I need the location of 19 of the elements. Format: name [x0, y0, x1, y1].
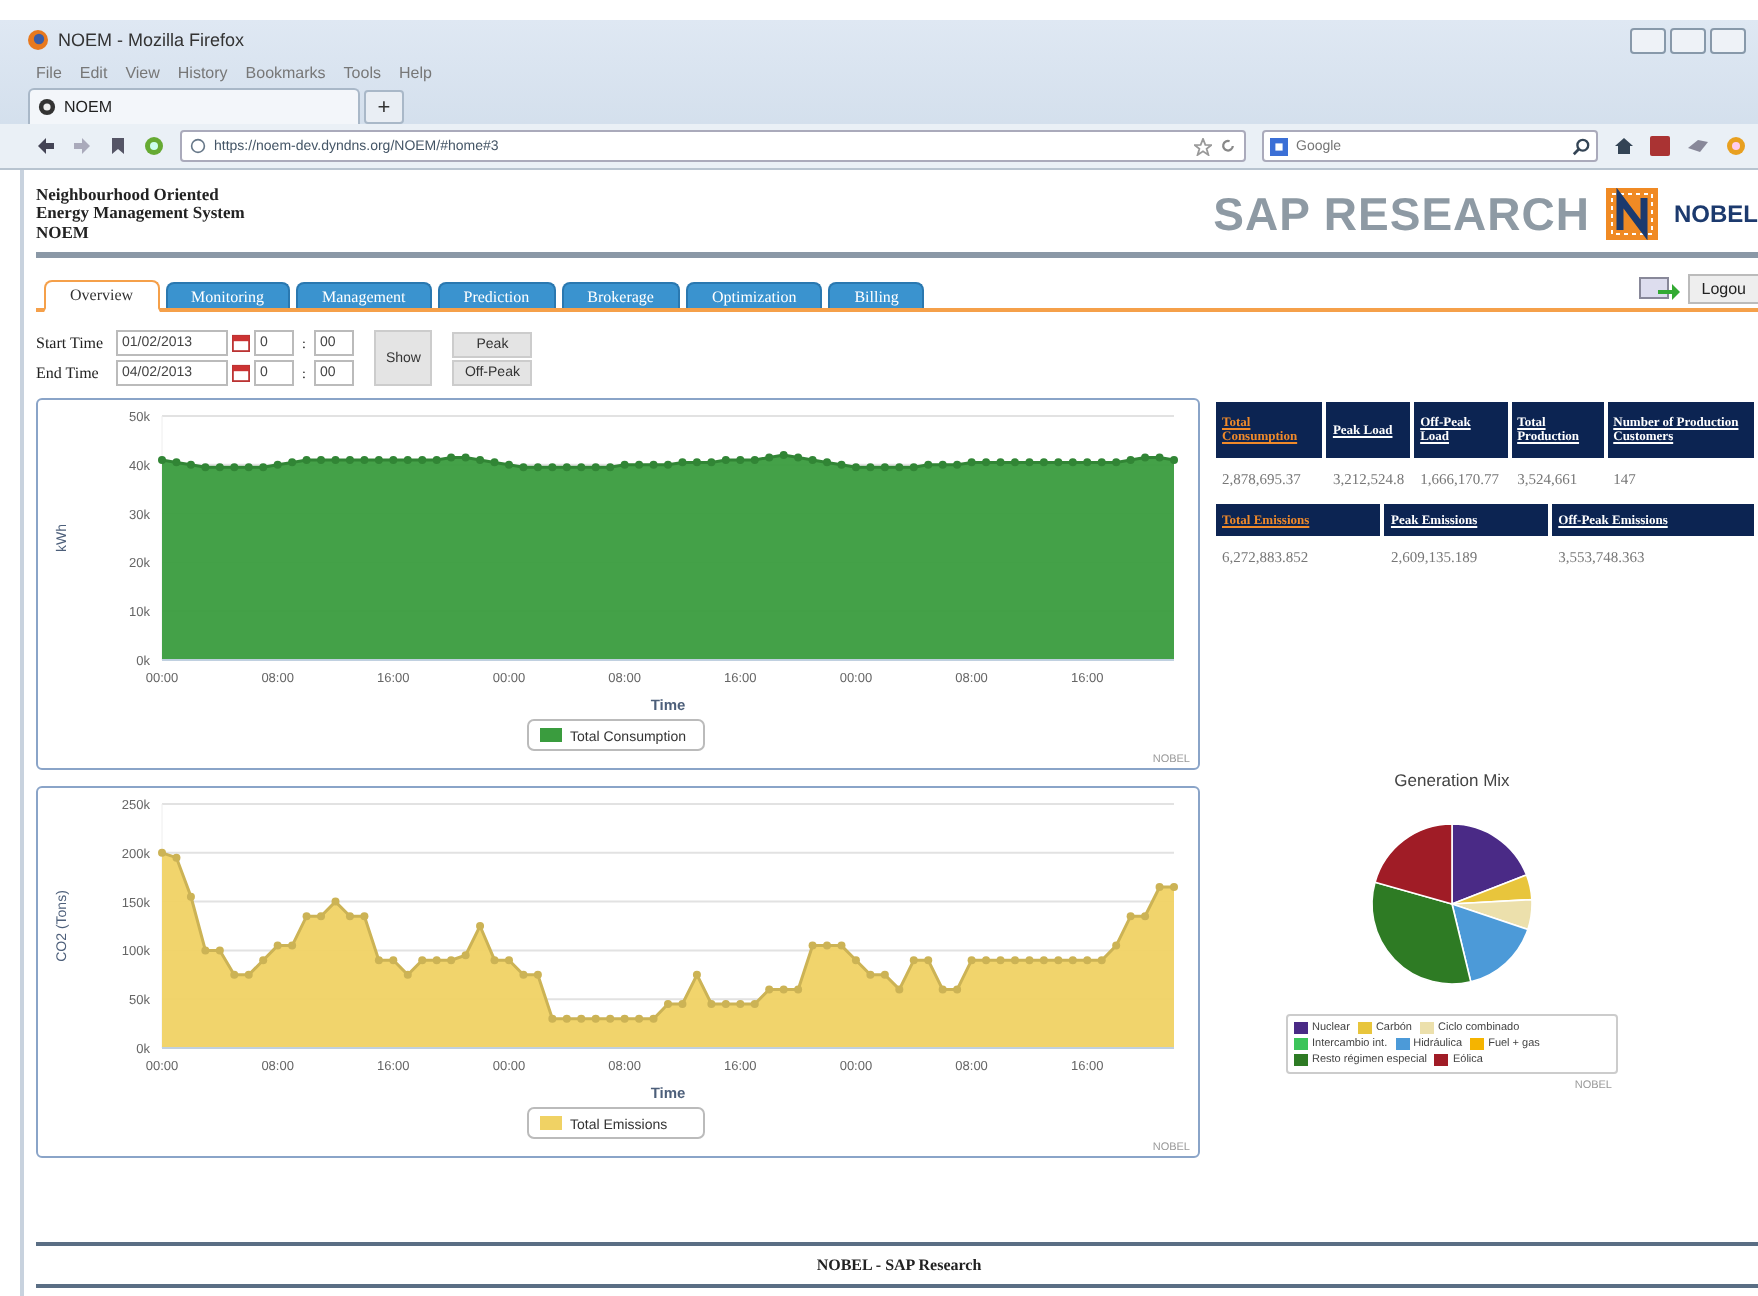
window-title: NOEM - Mozilla Firefox [58, 30, 247, 50]
footer-text: NOBEL - SAP Research [816, 1256, 982, 1274]
menu-item[interactable]: View [125, 63, 160, 81]
field-label: End Time [36, 364, 101, 382]
new-tab-button[interactable]: + [364, 90, 404, 124]
menu-item[interactable]: Help [398, 63, 432, 81]
menu-item[interactable]: History [177, 63, 228, 81]
app-title: Neighbourhood Oriented [36, 185, 221, 205]
field-label: Start Time [36, 334, 106, 352]
logo-text: NOBEL [1674, 200, 1758, 228]
logout-button[interactable]: Logou [1687, 274, 1758, 304]
logo-text: SAP RESEARCH [1213, 187, 1590, 241]
chart-title: Generation Mix [1394, 770, 1510, 790]
menu-item[interactable]: Tools [343, 63, 381, 81]
menu-item[interactable]: Bookmarks [245, 63, 326, 81]
tab[interactable]: Overview [44, 280, 160, 312]
app-title: Energy Management System [36, 204, 245, 224]
browser-tab[interactable]: NOEM [28, 88, 360, 124]
app-title: NOEM [36, 223, 91, 243]
